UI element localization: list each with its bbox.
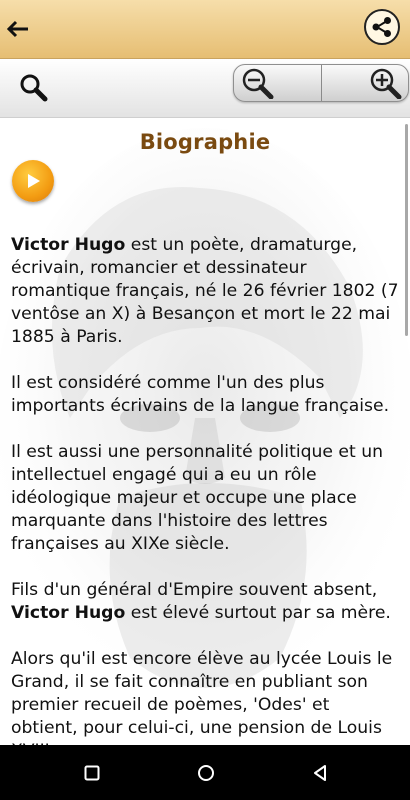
paragraph: Fils d'un général d'Empire souvent absen… bbox=[11, 579, 399, 625]
paragraph-text: est élevé surtout par sa mère. bbox=[125, 603, 391, 623]
play-audio-button[interactable] bbox=[12, 160, 54, 202]
zoom-out-icon bbox=[242, 68, 274, 99]
system-back-button[interactable] bbox=[309, 762, 331, 784]
paragraph-text: Fils d'un général d'Empire souvent absen… bbox=[11, 580, 378, 600]
paragraph-text: Il est considéré comme l'un des plus imp… bbox=[11, 373, 390, 416]
app-header bbox=[0, 0, 410, 59]
paragraph: Victor Hugo est un poète, dramaturge, éc… bbox=[11, 234, 399, 349]
square-icon bbox=[84, 765, 100, 781]
paragraph-text: Alors qu'il est encore élève au lycée Lo… bbox=[11, 649, 393, 745]
page-title: Biographie bbox=[139, 130, 271, 154]
zoom-in-icon bbox=[370, 68, 402, 99]
arrow-left-icon bbox=[7, 20, 28, 38]
home-button[interactable] bbox=[195, 762, 217, 784]
zoom-controls bbox=[233, 64, 409, 102]
toolbar bbox=[0, 59, 410, 118]
biography-content[interactable]: Biographie Victor Hugo est un poète, dra… bbox=[0, 118, 410, 745]
scrollbar[interactable] bbox=[405, 124, 408, 336]
bold-name: Victor Hugo bbox=[11, 235, 126, 255]
paragraph: Il est considéré comme l'un des plus imp… bbox=[11, 372, 399, 418]
paragraph: Alors qu'il est encore élève au lycée Lo… bbox=[11, 648, 399, 745]
share-button[interactable] bbox=[364, 9, 400, 45]
zoom-out-button[interactable] bbox=[234, 65, 322, 101]
magnifier-icon bbox=[20, 74, 48, 102]
search-button[interactable] bbox=[16, 70, 50, 104]
recents-button[interactable] bbox=[81, 762, 103, 784]
paragraph-text: Il est aussi une personnalité politique … bbox=[11, 442, 383, 554]
zoom-in-button[interactable] bbox=[322, 65, 409, 101]
share-icon bbox=[372, 17, 391, 37]
triangle-back-icon bbox=[314, 765, 326, 781]
system-navigation-bar bbox=[0, 745, 410, 800]
play-icon bbox=[28, 174, 40, 188]
circle-icon bbox=[198, 765, 214, 781]
biography-text: Victor Hugo est un poète, dramaturge, éc… bbox=[11, 234, 399, 745]
back-button[interactable] bbox=[6, 15, 30, 43]
bold-name: Victor Hugo bbox=[11, 603, 126, 623]
paragraph: Il est aussi une personnalité politique … bbox=[11, 441, 399, 556]
